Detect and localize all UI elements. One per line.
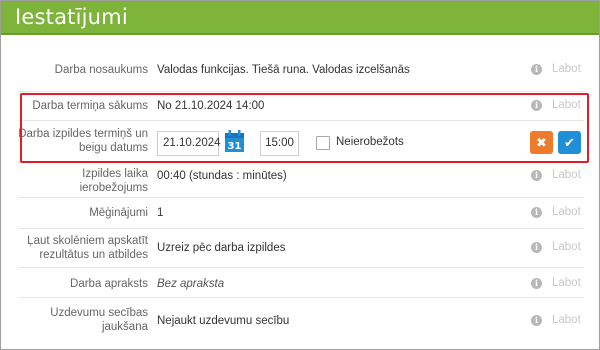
end-time-input[interactable]: 15:00 [260, 131, 299, 156]
row-label: Darba apraksts [70, 278, 148, 290]
edit-start-link[interactable]: Labot [552, 99, 581, 111]
time-limit-value: 00:40 (stundas : minūtes) [157, 170, 287, 182]
row-label: Izpildes laika ierobežojums [79, 168, 148, 194]
attempts-value: 1 [157, 207, 164, 219]
shuffle-value: Nejaukt uzdevumu secību [157, 315, 290, 327]
info-icon[interactable]: i [531, 207, 542, 218]
row-task-name: Darba nosaukums Valodas funkcijas. Tiešā… [18, 50, 584, 92]
edit-description-link[interactable]: Labot [552, 277, 581, 289]
row-shuffle: Uzdevumu secības jaukšana Nejaukt uzdevu… [18, 298, 584, 349]
row-label: Darba nosaukums [54, 64, 148, 76]
unlimited-checkbox[interactable] [316, 136, 330, 150]
info-icon[interactable]: i [531, 64, 542, 75]
check-icon: ✔ [564, 135, 575, 150]
row-label: Uzdevumu secības jaukšana [50, 307, 148, 333]
row-time-limit: Izpildes laika ierobežojums 00:40 (stund… [18, 164, 584, 198]
end-date-input[interactable]: 21.10.2024 [157, 131, 221, 156]
confirm-button[interactable]: ✔ [558, 131, 581, 154]
info-icon[interactable]: i [531, 170, 542, 181]
row-label: Ļaut skolēniem apskatīt rezultātus un at… [27, 235, 148, 261]
page-title: Iestatījumi [15, 5, 128, 29]
unlimited-label[interactable]: Neierobežots [336, 136, 404, 148]
info-icon[interactable]: i [531, 242, 542, 253]
edit-task-name-link[interactable]: Labot [552, 63, 581, 75]
cancel-button[interactable]: ✖ [530, 131, 553, 154]
start-value: No 21.10.2024 14:00 [157, 100, 265, 112]
calendar-icon[interactable]: 31 [225, 130, 244, 152]
row-label: Mēģinājumi [89, 207, 148, 219]
description-value: Bez apraksta [157, 278, 225, 290]
edit-results-link[interactable]: Labot [552, 241, 581, 253]
info-icon[interactable]: i [531, 278, 542, 289]
info-icon[interactable]: i [531, 100, 542, 111]
row-start: Darba termiņa sākums No 21.10.2024 14:00… [18, 95, 584, 121]
edit-attempts-link[interactable]: Labot [552, 206, 581, 218]
row-label: Darba izpildes termiņš un beigu datums [18, 128, 148, 154]
edit-shuffle-link[interactable]: Labot [552, 314, 581, 326]
close-icon: ✖ [536, 135, 547, 150]
info-icon[interactable]: i [531, 315, 542, 326]
calendar-day: 31 [228, 141, 242, 152]
settings-panel: Iestatījumi Darba nosaukums Valodas funk… [0, 0, 600, 350]
row-attempts: Mēģinājumi 1 i Labot [18, 198, 584, 229]
settings-header: Iestatījumi [1, 1, 599, 35]
row-end: Darba izpildes termiņš un beigu datums 2… [18, 121, 584, 163]
row-description: Darba apraksts Bez apraksta i Labot [18, 268, 584, 298]
edit-time-limit-link[interactable]: Labot [552, 169, 581, 181]
results-value: Uzreiz pēc darba izpildes [157, 242, 286, 254]
row-results: Ļaut skolēniem apskatīt rezultātus un at… [18, 229, 584, 268]
row-label: Darba termiņa sākums [32, 100, 148, 112]
task-name-value: Valodas funkcijas. Tiešā runa. Valodas i… [157, 64, 410, 76]
